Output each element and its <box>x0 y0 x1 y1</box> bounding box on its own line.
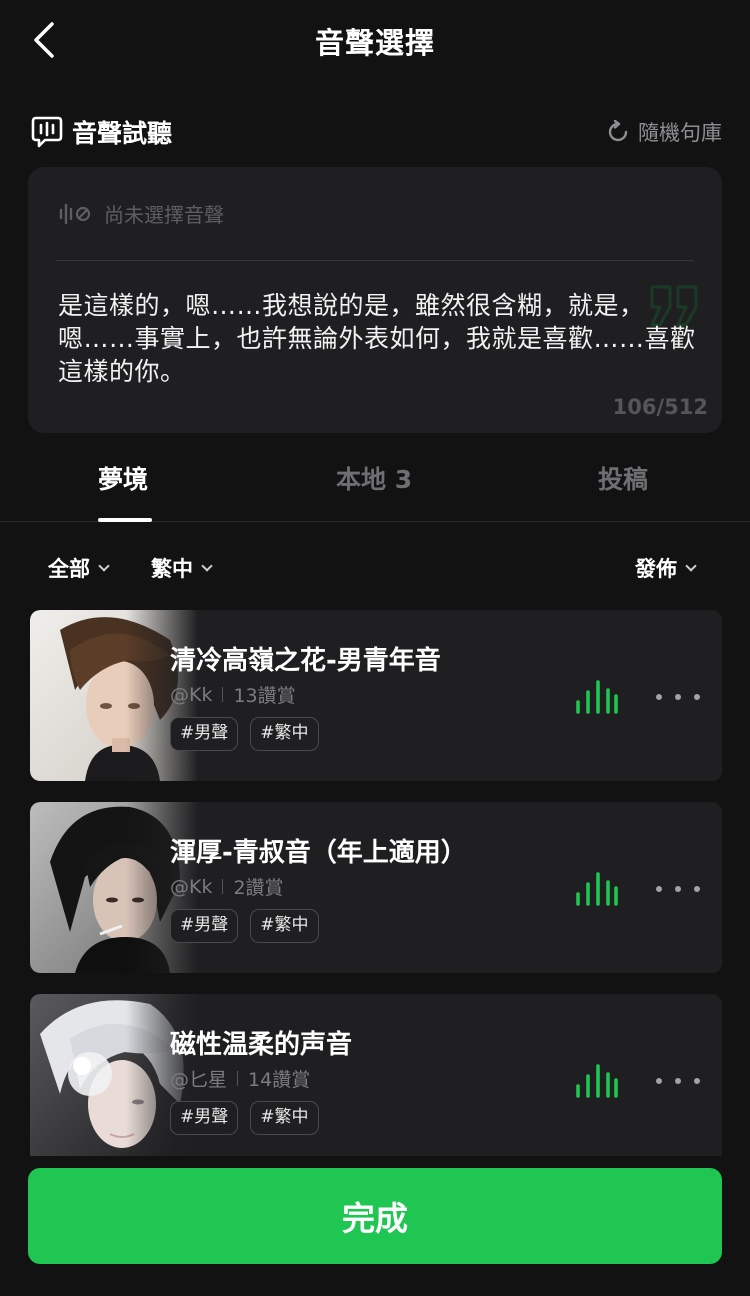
more-options-button[interactable] <box>656 874 700 904</box>
preview-title-group: 音聲試聽 <box>30 114 172 150</box>
category-filter-label: 全部 <box>48 557 90 581</box>
random-sentence-button[interactable]: 隨機句庫 <box>606 117 722 147</box>
preview-title: 音聲試聽 <box>72 119 173 148</box>
voice-likes: 14讚賞 <box>248 1069 311 1091</box>
waveform-slash-icon <box>59 203 91 224</box>
voice-tags: #男聲 #繁中 <box>170 717 319 751</box>
char-count: 106/512 <box>612 395 708 419</box>
preview-text[interactable]: 是這樣的，嗯……我想說的是，雖然很含糊，就是，嗯……事實上，也許無論外表如何，我… <box>58 289 698 388</box>
chevron-down-icon <box>98 559 110 572</box>
category-filter[interactable]: 全部 <box>48 553 110 583</box>
top-bar: 音聲選擇 <box>0 0 750 80</box>
voice-list-item[interactable]: 清冷高嶺之花-男青年音 @Kk 13讚賞 #男聲 #繁中 <box>30 610 722 781</box>
voice-tag: #男聲 <box>170 909 239 943</box>
chevron-down-icon <box>685 559 697 572</box>
voice-name: 渾厚-青叔音（年上適用） <box>170 838 467 868</box>
voice-meta: @匕星 14讚賞 <box>170 1065 310 1092</box>
voice-status-text: 尚未選擇音聲 <box>104 203 224 227</box>
sort-filter-label: 發佈 <box>635 557 677 581</box>
done-button[interactable]: 完成 <box>28 1168 722 1264</box>
voice-name: 清冷高嶺之花-男青年音 <box>170 646 441 676</box>
random-sentence-label: 隨機句庫 <box>638 121 722 145</box>
voice-tag: #繁中 <box>250 909 319 943</box>
dot <box>694 886 700 892</box>
active-tab-indicator <box>98 518 152 522</box>
voice-likes: 2讚賞 <box>233 877 284 899</box>
dot <box>656 886 662 892</box>
more-options-button[interactable] <box>656 682 700 712</box>
tab-dream[interactable]: 夢境 <box>98 460 148 496</box>
tab-submissions[interactable]: 投稿 <box>598 460 648 496</box>
preview-section-header: 音聲試聽 隨機句庫 <box>30 112 722 152</box>
chevron-down-icon <box>201 559 213 572</box>
voice-tag: #繁中 <box>250 717 319 751</box>
voice-likes: 13讚賞 <box>233 685 296 707</box>
voice-author[interactable]: @匕星 <box>170 1065 227 1092</box>
more-options-button[interactable] <box>656 1066 700 1096</box>
dot <box>656 694 662 700</box>
voice-list-item[interactable]: 磁性温柔的声音 @匕星 14讚賞 #男聲 #繁中 <box>30 994 722 1165</box>
voice-author[interactable]: @Kk <box>170 684 212 706</box>
voice-meta: @Kk 2讚賞 <box>170 873 284 900</box>
page-title: 音聲選擇 <box>314 26 435 60</box>
voice-tags: #男聲 #繁中 <box>170 1101 319 1135</box>
dot <box>675 694 681 700</box>
voice-tag: #繁中 <box>250 1101 319 1135</box>
meta-divider <box>222 879 224 894</box>
voice-author[interactable]: @Kk <box>170 876 212 898</box>
sort-filter[interactable]: 發佈 <box>635 553 697 583</box>
tab-bar: 夢境 本地 3 投稿 <box>0 446 750 522</box>
play-waveform-icon[interactable] <box>574 1062 620 1100</box>
voice-tags: #男聲 #繁中 <box>170 909 319 943</box>
voice-status: 尚未選擇音聲 <box>58 199 224 228</box>
play-waveform-icon[interactable] <box>574 870 620 908</box>
refresh-icon <box>608 120 628 142</box>
tab-local[interactable]: 本地 3 <box>336 460 412 496</box>
dot <box>675 1078 681 1084</box>
play-waveform-icon[interactable] <box>574 678 620 716</box>
meta-divider <box>237 1071 239 1086</box>
voice-tag: #男聲 <box>170 1101 239 1135</box>
preview-divider <box>56 260 694 261</box>
voice-select-screen: 音聲選擇 音聲試聽 隨機句庫 尚未選擇音聲 是這樣的，嗯……我想說的是，雖然很含… <box>0 0 750 1296</box>
meta-divider <box>222 687 224 702</box>
voice-tag: #男聲 <box>170 717 239 751</box>
dot <box>656 1078 662 1084</box>
speech-bubble-waveform-icon <box>31 116 63 148</box>
language-filter-label: 繁中 <box>151 557 193 581</box>
voice-list-item[interactable]: 渾厚-青叔音（年上適用） @Kk 2讚賞 #男聲 #繁中 <box>30 802 722 973</box>
language-filter[interactable]: 繁中 <box>151 553 213 583</box>
preview-card: 尚未選擇音聲 是這樣的，嗯……我想說的是，雖然很含糊，就是，嗯……事實上，也許無… <box>28 167 722 433</box>
dot <box>675 886 681 892</box>
voice-name: 磁性温柔的声音 <box>170 1030 353 1060</box>
dot <box>694 694 700 700</box>
dot <box>694 1078 700 1084</box>
voice-meta: @Kk 13讚賞 <box>170 681 296 708</box>
